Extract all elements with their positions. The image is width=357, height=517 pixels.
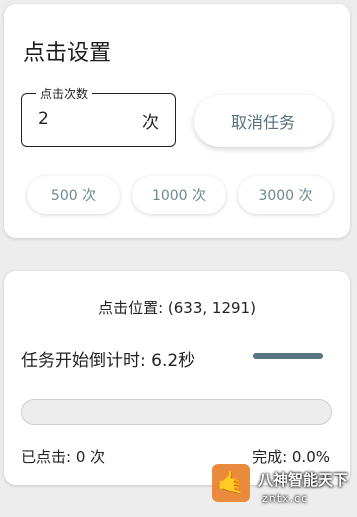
click-count-field[interactable]: 点击次数 次 (21, 85, 176, 147)
watermark: 🤙 八神智能天下 zntx.cc (208, 464, 357, 517)
preset-500-button[interactable]: 500 次 (27, 176, 120, 214)
settings-title: 点击设置 (23, 41, 112, 66)
click-position-text: 点击位置: (633, 1291) (98, 299, 256, 317)
watermark-title: 八神智能天下 (258, 471, 349, 489)
cancel-task-button[interactable]: 取消任务 (194, 95, 332, 147)
countdown-text: 任务开始倒计时: 6.2秒 (21, 351, 196, 371)
watermark-url: zntx.cc (262, 492, 309, 505)
click-count-input[interactable] (38, 107, 118, 131)
clicked-count-text: 已点击: 0 次 (21, 448, 106, 466)
countdown-indicator (253, 353, 323, 359)
click-count-unit: 次 (142, 113, 159, 133)
preset-1000-button[interactable]: 1000 次 (132, 176, 226, 214)
progress-bar (21, 399, 332, 425)
click-count-label: 点击次数 (36, 85, 93, 102)
preset-3000-button[interactable]: 3000 次 (238, 176, 333, 214)
click-settings-card: 点击设置 点击次数 次 取消任务 500 次 1000 次 3000 次 (4, 4, 350, 238)
watermark-logo-icon: 🤙 (212, 464, 250, 502)
task-status-card: 点击位置: (633, 1291) 任务开始倒计时: 6.2秒 已点击: 0 次… (4, 271, 350, 485)
